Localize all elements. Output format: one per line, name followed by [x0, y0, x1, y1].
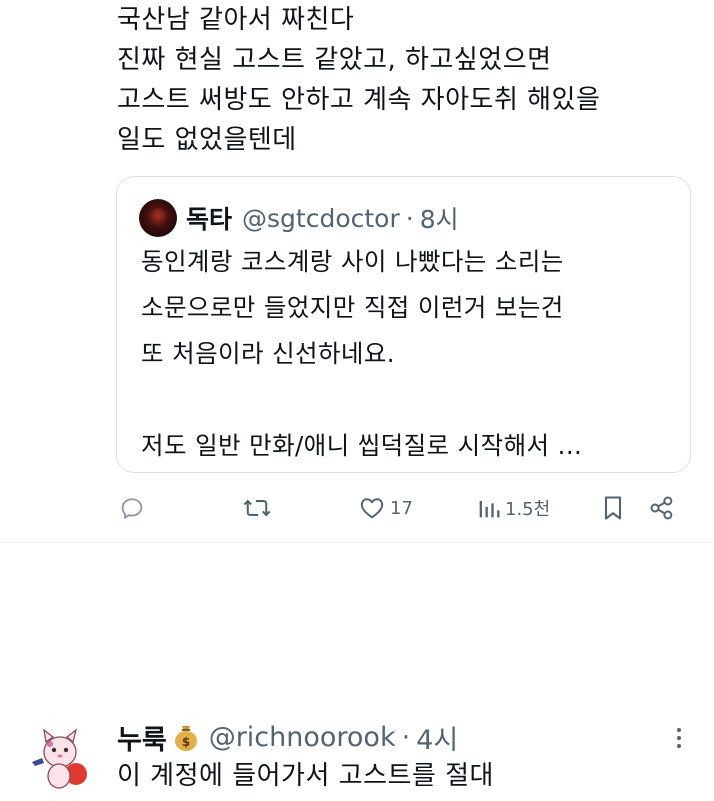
- bookmark-button[interactable]: [600, 488, 626, 528]
- like-count: 17: [390, 497, 413, 519]
- reply-time[interactable]: 4시: [416, 718, 458, 757]
- tweet-line: 고스트 써방도 안하고 계속 자아도취 해있을: [117, 85, 601, 115]
- tweet-divider: [0, 542, 714, 543]
- reply-user-handle[interactable]: @richnoorook: [209, 722, 396, 753]
- quoted-tweet-header: 독타 @sgtcdoctor · 8시: [139, 199, 459, 237]
- tweet-text: 국산남 같아서 짜친다 진짜 현실 고스트 같았고, 하고싶었으면 고스트 써방…: [117, 0, 697, 160]
- reply-header: 누룩 $ @richnoorook · 4시: [117, 715, 458, 759]
- money-bag-icon: $: [171, 722, 201, 752]
- reply-icon: [118, 494, 146, 522]
- quoted-line: 동인계랑 코스계랑 사이 나빴다는 소리는: [141, 247, 564, 276]
- share-button[interactable]: [648, 488, 676, 528]
- tweet-line: 진짜 현실 고스트 같았고, 하고싶었으면: [117, 45, 552, 75]
- retweet-icon: [242, 494, 272, 522]
- reply-button[interactable]: [118, 488, 146, 528]
- reply-user-avatar[interactable]: [28, 722, 94, 792]
- quoted-user-name[interactable]: 독타: [186, 200, 232, 236]
- quoted-line: [141, 377, 681, 423]
- quoted-line: 저도 일반 만화/애니 씹덕질로 시작해서 ...: [141, 431, 583, 460]
- tweet-action-bar: 17 1.5천: [116, 488, 696, 528]
- quoted-tweet-time[interactable]: 8시: [420, 200, 459, 236]
- share-icon: [648, 494, 676, 522]
- quoted-tweet-text: 동인계랑 코스계랑 사이 나빴다는 소리는 소문으로만 들었지만 직접 이런거 …: [141, 239, 681, 469]
- quoted-line: 소문으로만 들었지만 직접 이런거 보는건: [141, 293, 564, 322]
- quoted-user-handle[interactable]: @sgtcdoctor: [242, 204, 400, 233]
- retweet-button[interactable]: [242, 488, 272, 528]
- more-options-button[interactable]: [672, 724, 686, 752]
- tweet-line: 국산남 같아서 짜친다: [117, 5, 355, 35]
- tweet-line: 일도 없었을텐데: [117, 125, 297, 155]
- svg-text:$: $: [182, 735, 190, 749]
- heart-icon: [358, 494, 386, 522]
- quoted-user-avatar[interactable]: [139, 199, 177, 237]
- separator-dot: ·: [401, 721, 411, 753]
- bookmark-icon: [600, 494, 626, 522]
- like-button[interactable]: 17: [358, 488, 413, 528]
- quoted-line: 또 처음이라 신선하네요.: [141, 339, 395, 368]
- more-icon: [672, 728, 686, 756]
- quoted-tweet-card[interactable]: 독타 @sgtcdoctor · 8시 동인계랑 코스계랑 사이 나빴다는 소리…: [116, 176, 691, 473]
- views-button[interactable]: 1.5천: [476, 488, 550, 528]
- views-icon: [476, 494, 502, 522]
- reply-user-name[interactable]: 누룩: [117, 718, 167, 757]
- separator-dot: ·: [405, 203, 414, 233]
- reply-text: 이 계정에 들어가서 고스트를 절대: [117, 761, 494, 791]
- views-count: 1.5천: [505, 499, 551, 520]
